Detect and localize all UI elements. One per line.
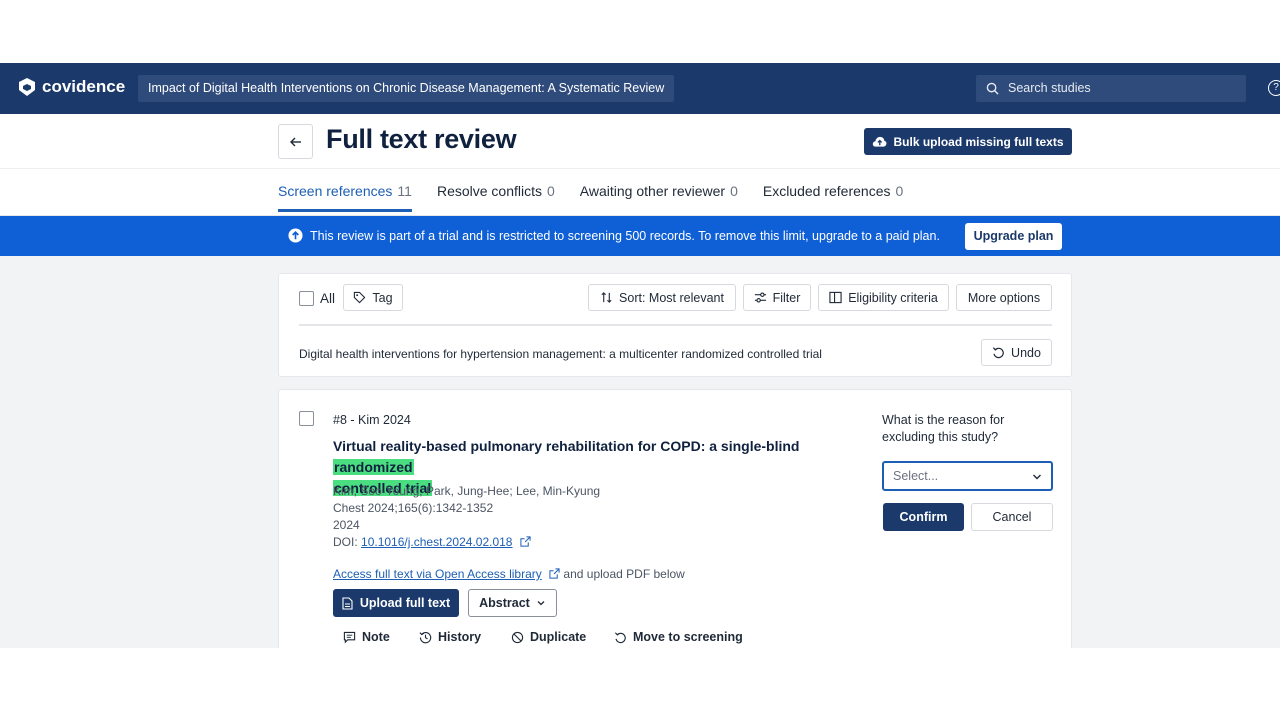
select-placeholder: Select... — [893, 469, 939, 483]
tab-label: Awaiting other reviewer — [579, 183, 726, 199]
study-id: #8 - Kim 2024 — [333, 413, 411, 427]
tab-count: 0 — [730, 183, 738, 199]
panel-icon — [829, 291, 842, 304]
tab-label: Resolve conflicts — [436, 183, 542, 199]
sort-label: Sort: Most relevant — [619, 290, 724, 305]
select-all-checkbox[interactable] — [299, 291, 314, 306]
tab-screen-references[interactable]: Screen references 11 — [278, 183, 412, 212]
eligibility-label: Eligibility criteria — [848, 290, 938, 305]
filter-sliders-icon — [754, 292, 766, 303]
page-title: Full text review — [326, 124, 517, 154]
sort-button[interactable]: Sort: Most relevant — [588, 284, 736, 311]
ban-icon — [511, 631, 524, 643]
history-button[interactable]: History — [419, 630, 481, 644]
arrow-up-circle-icon — [288, 228, 303, 243]
help-icon[interactable]: ? — [1268, 80, 1280, 96]
study-checkbox[interactable] — [299, 411, 314, 426]
duplicate-label: Duplicate — [530, 630, 587, 644]
cloud-upload-icon — [873, 136, 887, 147]
upload-label: Upload full text — [359, 596, 451, 610]
undo-study-title: Digital health interventions for hyperte… — [299, 347, 822, 361]
tab-count: 0 — [895, 183, 904, 199]
chevron-down-icon — [537, 601, 545, 606]
tag-icon — [354, 291, 366, 304]
logo[interactable]: covidence — [18, 77, 125, 97]
tag-label: Tag — [372, 290, 393, 305]
app-frame: covidence Impact of Digital Health Inter… — [0, 63, 1280, 648]
exclusion-reason-prompt: What is the reason for excluding this st… — [882, 413, 1005, 444]
tag-button[interactable]: Tag — [343, 284, 403, 311]
tab-count: 0 — [547, 183, 555, 199]
access-full-text-row: Access full text via Open Access library… — [333, 567, 685, 581]
tab-excluded-references[interactable]: Excluded references 0 — [763, 183, 903, 211]
note-label: Note — [362, 630, 390, 644]
comment-icon — [343, 631, 356, 643]
note-button[interactable]: Note — [343, 630, 390, 644]
abstract-label: Abstract — [479, 596, 530, 610]
undo-button[interactable]: Undo — [981, 339, 1052, 366]
toolbar-card: All Tag Sort: Most relevant Filter Eligi… — [278, 273, 1072, 377]
duplicate-button[interactable]: Duplicate — [511, 630, 586, 644]
history-label: History — [438, 630, 482, 644]
search-placeholder: Search studies — [1008, 81, 1091, 95]
tab-label: Excluded references — [762, 183, 891, 199]
page-header: Full text review Bulk upload missing ful… — [0, 114, 1280, 216]
external-link-icon[interactable] — [549, 568, 560, 579]
covidence-logo-icon — [19, 78, 35, 96]
undo-icon — [992, 347, 1004, 359]
bulk-upload-label: Bulk upload missing full texts — [893, 134, 1064, 149]
study-doi: DOI: 10.1016/j.chest.2024.02.018 — [333, 535, 531, 549]
sort-icon — [601, 292, 612, 303]
filter-button[interactable]: Filter — [743, 284, 811, 311]
file-icon — [342, 596, 353, 610]
doi-label: DOI: — [333, 535, 362, 549]
eligibility-criteria-button[interactable]: Eligibility criteria — [818, 284, 949, 311]
keyword-highlight: randomized — [333, 459, 414, 475]
open-access-link[interactable]: Access full text via Open Access library — [333, 567, 542, 581]
select-all-label: All — [320, 291, 336, 306]
bulk-upload-button[interactable]: Bulk upload missing full texts — [864, 128, 1072, 155]
tab-resolve-conflicts[interactable]: Resolve conflicts 0 — [437, 183, 555, 211]
move-label: Move to screening — [633, 630, 743, 644]
banner-text: This review is part of a trial and is re… — [310, 229, 940, 243]
more-options-button[interactable]: More options — [956, 284, 1052, 311]
study-card: #8 - Kim 2024 Virtual reality-based pulm… — [278, 389, 1072, 648]
logo-text: covidence — [42, 77, 126, 96]
top-nav: covidence Impact of Digital Health Inter… — [0, 63, 1280, 114]
review-title[interactable]: Impact of Digital Health Interventions o… — [138, 75, 675, 102]
undo-label: Undo — [1011, 345, 1041, 360]
tab-awaiting-other-reviewer[interactable]: Awaiting other reviewer 0 — [580, 183, 738, 211]
filter-label: Filter — [772, 290, 801, 305]
upgrade-plan-button[interactable]: Upgrade plan — [965, 223, 1062, 250]
undo-arrow-icon — [614, 631, 626, 643]
chevron-down-icon — [1033, 474, 1041, 480]
study-authors: Kim, Soo-Young; Park, Jung-Hee; Lee, Min… — [333, 484, 601, 498]
confirm-button[interactable]: Confirm — [883, 503, 964, 531]
exclusion-reason-select[interactable]: Select... — [882, 461, 1053, 491]
access-suffix: and upload PDF below — [560, 567, 685, 581]
search-input[interactable]: Search studies — [976, 75, 1246, 102]
upload-full-text-button[interactable]: Upload full text — [333, 589, 459, 617]
tab-label: Screen references — [278, 183, 393, 199]
tab-count: 11 — [397, 183, 412, 199]
review-tabs: Screen references 11 Resolve conflicts 0 A… — [278, 183, 928, 212]
move-to-screening-button[interactable]: Move to screening — [614, 630, 743, 644]
study-title-text: Virtual reality-based pulmonary rehabili… — [333, 438, 800, 454]
history-icon — [419, 631, 432, 643]
doi-link[interactable]: 10.1016/j.chest.2024.02.018 — [361, 535, 512, 549]
search-icon — [986, 82, 999, 95]
trial-banner: This review is part of a trial and is re… — [0, 216, 1280, 256]
study-journal: Chest 2024;165(6):1342-1352 — [333, 501, 494, 515]
external-link-icon[interactable] — [520, 536, 531, 547]
cancel-button[interactable]: Cancel — [971, 503, 1053, 531]
abstract-button[interactable]: Abstract — [468, 589, 557, 617]
arrow-left-icon — [289, 137, 301, 146]
study-year: 2024 — [333, 518, 360, 532]
toolbar-divider — [299, 324, 1052, 326]
header-divider — [0, 168, 1280, 169]
back-button[interactable] — [278, 124, 313, 159]
